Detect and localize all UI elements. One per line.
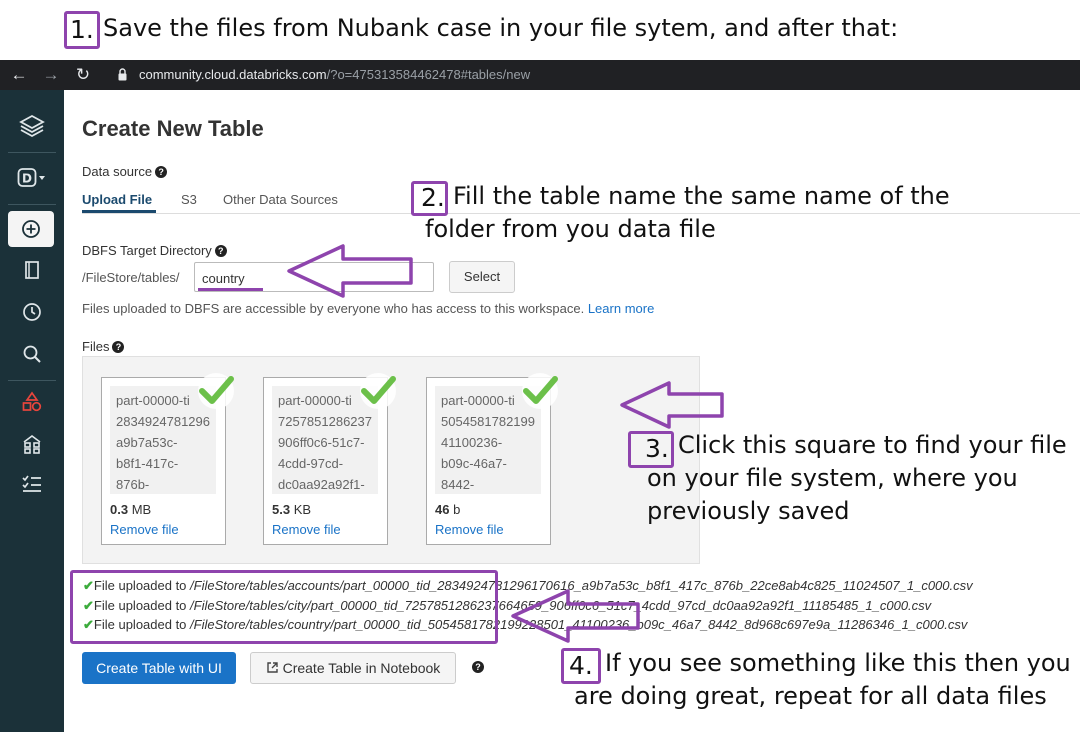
dbfs-prefix: /FileStore/tables/ (82, 270, 180, 285)
address-bar[interactable]: community.cloud.databricks.com/?o=475313… (139, 67, 530, 82)
lock-icon (118, 68, 127, 81)
check-icon (360, 373, 396, 409)
clusters-icon[interactable] (0, 426, 64, 462)
help-icon[interactable]: ? (155, 166, 168, 178)
forward-icon[interactable]: → (40, 64, 62, 86)
data-source-label: Data source? (82, 164, 168, 179)
annotation-underline (198, 288, 263, 291)
reload-icon[interactable]: ↻ (72, 64, 94, 86)
step2-text-line1: Fill the table name the same name of the (453, 182, 950, 210)
remove-file-link[interactable]: Remove file (272, 522, 341, 537)
file-size: 5.3 KB (272, 502, 312, 517)
file-size: 0.3 MB (110, 502, 152, 517)
tab-s3[interactable]: S3 (181, 192, 197, 207)
url-path: /?o=475313584462478#tables/new (326, 67, 531, 82)
files-text: Files (82, 339, 110, 354)
search-icon[interactable] (0, 336, 64, 372)
dbfs-target-text: DBFS Target Directory (82, 243, 212, 258)
create-table-notebook-button[interactable]: Create Table in Notebook (250, 652, 456, 684)
step4-text-line1: If you see something like this then you (605, 649, 1071, 677)
step4-text-line2: are doing great, repeat for all data fil… (574, 682, 1047, 710)
step3-text-line2: on your file system, where you (647, 464, 1018, 492)
access-note: Files uploaded to DBFS are accessible by… (82, 301, 654, 316)
learn-more-link[interactable]: Learn more (588, 301, 654, 316)
file-size: 46 b (435, 502, 461, 517)
step4-number: 4. (569, 651, 593, 680)
files-label: Files? (82, 339, 125, 354)
step3-text-line3: previously saved (647, 497, 850, 525)
external-link-icon (266, 662, 278, 673)
databricks-logo-icon[interactable] (0, 108, 64, 144)
workspace-icon[interactable] (0, 252, 64, 288)
annotation-arrow-left-icon (620, 381, 724, 429)
svg-text:D: D (22, 172, 32, 186)
step1-number: 1. (70, 15, 94, 44)
step3-number: 3. (645, 434, 669, 463)
select-button[interactable]: Select (449, 261, 515, 293)
dbfs-target-label: DBFS Target Directory? (82, 243, 227, 258)
recents-icon[interactable] (0, 294, 64, 330)
remove-file-link[interactable]: Remove file (110, 522, 179, 537)
remove-file-link[interactable]: Remove file (435, 522, 504, 537)
url-host: community.cloud.databricks.com (139, 67, 327, 82)
tab-other-data-sources[interactable]: Other Data Sources (223, 192, 338, 207)
tab-upload-file[interactable]: Upload File (82, 192, 152, 207)
data-icon[interactable] (0, 384, 64, 420)
annotation-arrow-left-icon (511, 589, 640, 643)
create-icon[interactable] (8, 211, 54, 247)
check-icon (522, 373, 558, 409)
page-title: Create New Table (82, 116, 264, 141)
step2-number: 2. (421, 183, 445, 212)
help-icon[interactable]: ? (472, 661, 484, 673)
check-icon (198, 373, 234, 409)
help-icon[interactable]: ? (112, 341, 125, 353)
upload-status-highlight (70, 570, 498, 644)
jobs-icon[interactable] (0, 466, 64, 502)
annotation-arrow-left-icon (287, 244, 413, 298)
help-icon[interactable]: ? (214, 245, 227, 257)
step2-text-line2: folder from you data file (425, 215, 716, 243)
step1-text: Save the files from Nubank case in your … (103, 14, 899, 42)
browser-toolbar: ← → ↻ community.cloud.databricks.com/?o=… (0, 60, 1080, 90)
workspace-d-icon[interactable]: D (0, 160, 64, 196)
sidebar: D (0, 90, 64, 732)
create-table-ui-button[interactable]: Create Table with UI (82, 652, 236, 684)
back-icon[interactable]: ← (8, 64, 30, 86)
data-source-text: Data source (82, 164, 153, 179)
step3-text-line1: Click this square to find your file (678, 431, 1067, 459)
access-note-text: Files uploaded to DBFS are accessible by… (82, 301, 585, 316)
